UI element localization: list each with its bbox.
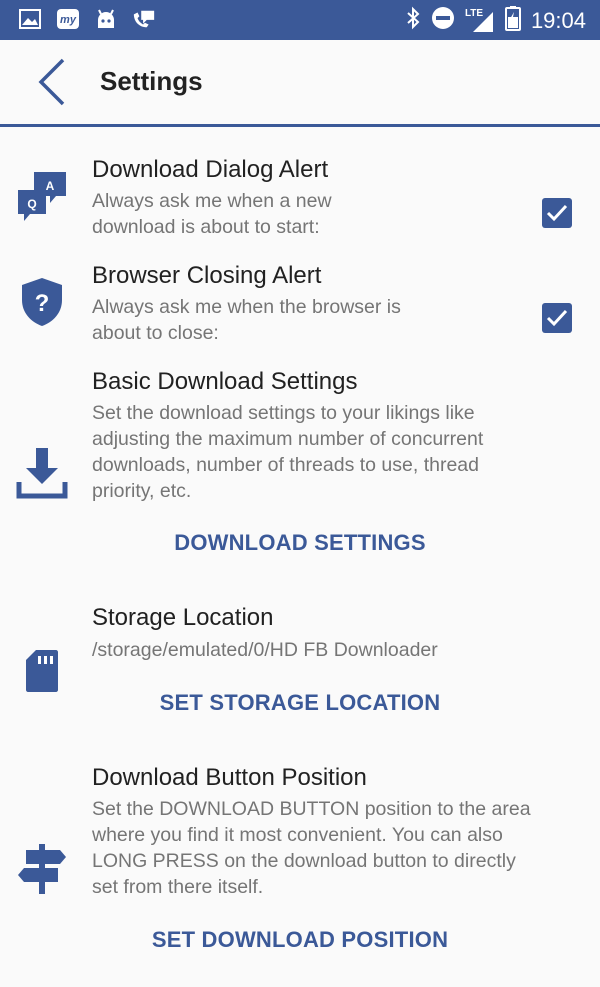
download-dialog-desc-line2: download is about to start: bbox=[92, 216, 320, 238]
button-position-desc-line3: LONG PRESS on the download button to dir… bbox=[92, 850, 516, 872]
button-position-desc-line2: where you find it most convenient. You c… bbox=[92, 824, 503, 846]
basic-download-desc-line2: adjusting the maximum number of concurre… bbox=[92, 428, 484, 450]
do-not-disturb-icon bbox=[431, 6, 455, 35]
basic-download-desc-line3: downloads, number of threads to use, thr… bbox=[92, 454, 479, 476]
download-dialog-title: Download Dialog Alert bbox=[92, 156, 329, 183]
storage-location-title: Storage Location bbox=[92, 604, 274, 631]
back-button[interactable] bbox=[30, 56, 74, 108]
browser-closing-checkbox[interactable] bbox=[542, 303, 572, 333]
storage-location-path: /storage/emulated/0/HD FB Downloader bbox=[92, 639, 438, 661]
battery-icon bbox=[504, 5, 521, 36]
app-bar: Settings bbox=[0, 40, 600, 127]
download-dialog-checkbox[interactable] bbox=[542, 198, 572, 228]
set-storage-location-button-row: SET STORAGE LOCATION bbox=[0, 686, 600, 720]
shield-question-icon: ? bbox=[18, 276, 66, 328]
bluetooth-icon bbox=[405, 6, 421, 35]
chevron-left-icon bbox=[38, 58, 65, 106]
browser-closing-title: Browser Closing Alert bbox=[92, 262, 322, 289]
button-position-desc-line1: Set the DOWNLOAD BUTTON position to the … bbox=[92, 798, 531, 820]
status-bar: my LTE 19:04 bbox=[0, 0, 600, 40]
set-download-position-button-row: SET DOWNLOAD POSITION bbox=[0, 923, 600, 957]
page-title: Settings bbox=[100, 66, 203, 96]
call-message-notification-icon bbox=[132, 7, 156, 31]
download-settings-button-row: DOWNLOAD SETTINGS bbox=[0, 526, 600, 560]
button-position-title: Download Button Position bbox=[92, 764, 367, 791]
gallery-notification-icon bbox=[18, 7, 42, 31]
download-settings-button[interactable]: DOWNLOAD SETTINGS bbox=[164, 526, 436, 560]
download-dialog-desc-line1: Always ask me when a new bbox=[92, 190, 332, 212]
browser-closing-desc-line2: about to close: bbox=[92, 322, 219, 344]
set-storage-location-button[interactable]: SET STORAGE LOCATION bbox=[150, 686, 451, 720]
download-icon bbox=[16, 446, 68, 500]
set-download-position-button[interactable]: SET DOWNLOAD POSITION bbox=[142, 923, 458, 957]
basic-download-desc-line4: priority, etc. bbox=[92, 480, 192, 502]
checkmark-icon bbox=[546, 309, 568, 327]
button-position-desc-line4: set from there itself. bbox=[92, 876, 264, 898]
signpost-icon bbox=[16, 842, 68, 896]
question-answer-icon: A Q bbox=[16, 170, 68, 224]
browser-closing-desc-line1: Always ask me when the browser is bbox=[92, 296, 401, 318]
android-notification-icon bbox=[94, 7, 118, 31]
answer-badge-label: A bbox=[46, 179, 55, 193]
signal-icon: LTE bbox=[465, 8, 495, 34]
shield-question-mark: ? bbox=[35, 290, 50, 317]
basic-download-desc-line1: Set the download settings to your liking… bbox=[92, 402, 475, 424]
clock: 19:04 bbox=[530, 7, 586, 33]
checkmark-icon bbox=[546, 204, 568, 222]
svg-text:my: my bbox=[60, 14, 77, 26]
basic-download-title: Basic Download Settings bbox=[92, 368, 358, 395]
question-badge-label: Q bbox=[27, 197, 36, 211]
mytrip-app-notification-icon: my bbox=[56, 7, 80, 31]
